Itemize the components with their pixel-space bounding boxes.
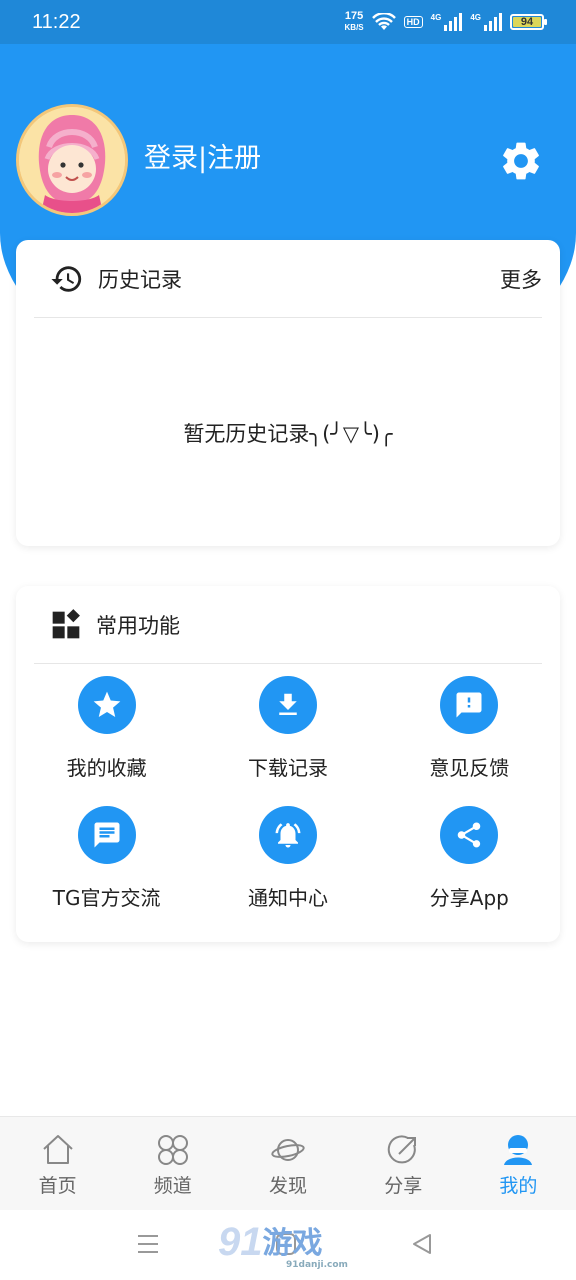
net-label-2: 4G	[470, 13, 481, 22]
hd-badge: HD	[403, 16, 423, 28]
bell-icon	[258, 806, 317, 864]
notifications-item[interactable]: 通知中心	[197, 806, 378, 922]
avatar[interactable]	[16, 104, 128, 216]
share-app-item[interactable]: 分享App	[379, 806, 560, 922]
speed-unit: KB/S	[344, 23, 364, 32]
battery-level: 94	[520, 16, 534, 28]
login-register-link[interactable]: 登录|注册	[144, 136, 261, 175]
history-card: 历史记录 更多 暂无历史记录╮(╯▽╰)╭	[16, 240, 560, 546]
chat-icon	[77, 806, 136, 864]
functions-grid: 我的收藏 下载记录 意见反馈 TG官方交流 通知中心 分享App	[16, 676, 560, 922]
favorites-item[interactable]: 我的收藏	[16, 676, 197, 792]
status-indicators: 175 KB/S HD 4G 4G 94	[345, 11, 547, 33]
back-icon[interactable]	[410, 1232, 434, 1256]
nav-home[interactable]: 首页	[0, 1117, 115, 1210]
star-icon	[77, 676, 136, 734]
tg-chat-item[interactable]: TG官方交流	[16, 806, 197, 922]
share-app-label: 分享App	[429, 886, 509, 910]
nav-discover-label: 发现	[269, 1175, 308, 1197]
gear-icon[interactable]	[498, 138, 544, 184]
feedback-label: 意见反馈	[429, 756, 510, 780]
battery-icon: 94	[510, 14, 547, 30]
wifi-icon	[371, 13, 396, 30]
nav-channel-label: 频道	[153, 1175, 192, 1197]
signal-icon: 4G	[431, 13, 463, 31]
share-arrow-icon	[388, 1135, 417, 1164]
status-time: 11:22	[32, 10, 81, 33]
menu-icon[interactable]	[136, 1232, 160, 1256]
download-icon	[258, 676, 317, 734]
planet-icon	[271, 1139, 305, 1161]
history-title: 历史记录	[98, 267, 182, 292]
channel-icon	[157, 1135, 188, 1165]
nav-mine-label: 我的	[499, 1175, 538, 1197]
nav-share[interactable]: 分享	[346, 1117, 461, 1210]
feedback-icon	[440, 676, 499, 734]
watermark-url: 91danji.com	[286, 1260, 348, 1270]
profile-icon	[504, 1135, 533, 1165]
watermark-text: 游戏	[262, 1226, 323, 1261]
downloads-item[interactable]: 下载记录	[197, 676, 378, 792]
nav-share-label: 分享	[384, 1175, 423, 1197]
apps-icon	[52, 608, 80, 638]
functions-card: 常用功能 我的收藏 下载记录 意见反馈 TG官方交流 通知中心 分享App	[16, 586, 560, 942]
more-link[interactable]: 更多	[500, 264, 542, 294]
tg-chat-label: TG官方交流	[52, 886, 161, 910]
home-icon	[42, 1135, 73, 1164]
nav-home-label: 首页	[38, 1175, 77, 1197]
network-speed: 175 KB/S	[345, 11, 364, 33]
feedback-item[interactable]: 意见反馈	[379, 676, 560, 792]
functions-header: 常用功能	[34, 586, 542, 664]
history-empty-text: 暂无历史记录╮(╯▽╰)╭	[183, 422, 393, 446]
nav-discover[interactable]: 发现	[230, 1117, 345, 1210]
functions-title: 常用功能	[96, 613, 180, 638]
net-label-1: 4G	[430, 13, 442, 22]
downloads-label: 下载记录	[247, 756, 328, 780]
bottom-nav: 首页 频道 发现 分享 我的	[0, 1116, 576, 1210]
watermark-logo: 91 游戏 91danji.com	[218, 1220, 348, 1270]
history-icon	[51, 265, 82, 292]
speed-value: 175	[344, 10, 364, 22]
signal-icon-2: 4G	[470, 13, 502, 31]
history-header: 历史记录 更多	[34, 240, 542, 318]
notifications-label: 通知中心	[247, 886, 328, 910]
share-icon	[440, 806, 499, 864]
favorites-label: 我的收藏	[66, 756, 147, 780]
status-bar: 11:22 175 KB/S HD 4G 4G 94	[0, 0, 576, 44]
watermark-number: 91	[218, 1220, 263, 1264]
nav-mine[interactable]: 我的	[461, 1117, 576, 1210]
nav-channel[interactable]: 频道	[115, 1117, 230, 1210]
avatar-image	[19, 107, 125, 213]
